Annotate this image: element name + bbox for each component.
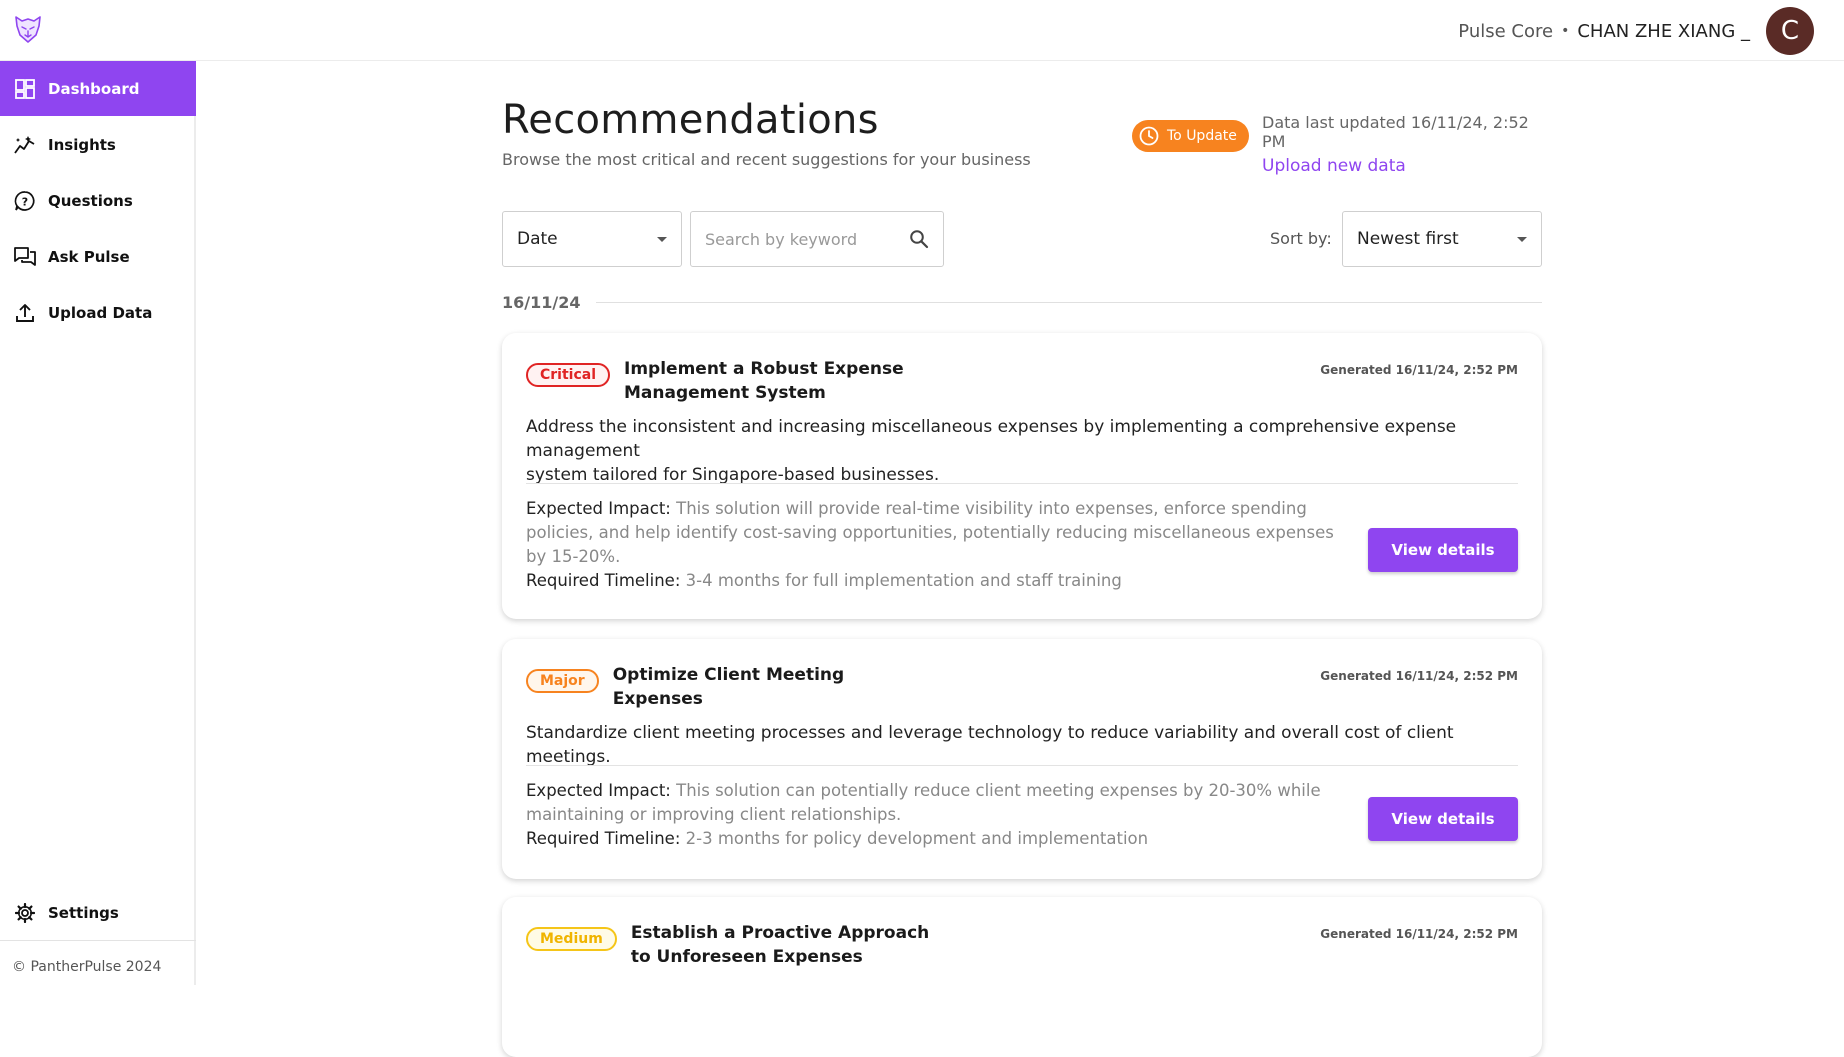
card-title-line: Optimize Client Meeting bbox=[612, 665, 845, 685]
chevron-down-icon bbox=[1517, 236, 1527, 242]
timeline-text: 3-4 months for full implementation and s… bbox=[685, 571, 1122, 590]
card-header: Critical Implement a Robust Expense Mana… bbox=[526, 357, 904, 405]
card-description: Standardize client meeting processes and… bbox=[526, 721, 1518, 769]
copyright-text: © PantherPulse 2024 bbox=[12, 959, 162, 975]
recommendation-card: Medium Establish a Proactive Approach to… bbox=[502, 897, 1542, 1057]
card-description-line: Address the inconsistent and increasing … bbox=[526, 417, 1457, 461]
card-title-line: Expenses bbox=[612, 689, 703, 709]
question-icon: ? bbox=[14, 190, 36, 212]
upload-new-data-link[interactable]: Upload new data bbox=[1262, 156, 1542, 176]
date-group-divider bbox=[596, 302, 1542, 303]
update-badge-label: To Update bbox=[1167, 128, 1237, 144]
date-filter-value: Date bbox=[517, 229, 558, 249]
avatar[interactable]: C bbox=[1766, 7, 1814, 55]
card-impact-block: Expected Impact: This solution can poten… bbox=[526, 779, 1326, 851]
card-description: Address the inconsistent and increasing … bbox=[526, 415, 1518, 487]
panther-logo-icon[interactable] bbox=[12, 13, 44, 45]
sort-select[interactable]: Newest first bbox=[1342, 211, 1542, 267]
generated-timestamp: Generated 16/11/24, 2:52 PM bbox=[1320, 669, 1518, 683]
svg-text:?: ? bbox=[22, 195, 28, 208]
card-title-line: to Unforeseen Expenses bbox=[630, 947, 863, 967]
sidebar-item-upload-data[interactable]: Upload Data bbox=[0, 285, 196, 340]
sidebar-item-insights[interactable]: Insights bbox=[0, 117, 196, 172]
search-field[interactable] bbox=[690, 211, 944, 267]
card-title: Establish a Proactive Approach to Unfore… bbox=[631, 921, 929, 969]
sidebar-item-label: Upload Data bbox=[48, 303, 153, 322]
page-subtitle: Browse the most critical and recent sugg… bbox=[502, 150, 1031, 169]
date-filter-select[interactable]: Date bbox=[502, 211, 682, 267]
chevron-down-icon bbox=[657, 236, 667, 242]
chat-icon bbox=[14, 246, 36, 268]
card-divider bbox=[526, 483, 1518, 484]
timeline-text: 2-3 months for policy development and im… bbox=[685, 829, 1149, 848]
impact-label: Expected Impact: bbox=[526, 781, 671, 800]
sidebar: Dashboard Insights ? Questions Ask Pulse… bbox=[0, 61, 196, 985]
card-title-line: Establish a Proactive Approach bbox=[630, 923, 930, 943]
clock-icon bbox=[1139, 126, 1159, 146]
card-title-line: Management System bbox=[624, 383, 826, 403]
separator-dot: • bbox=[1561, 23, 1570, 39]
view-details-button[interactable]: View details bbox=[1368, 797, 1518, 841]
sidebar-item-label: Insights bbox=[48, 135, 116, 154]
org-name: Pulse Core bbox=[1458, 20, 1554, 42]
sort-label: Sort by: bbox=[1270, 229, 1332, 248]
card-title: Implement a Robust Expense Management Sy… bbox=[624, 357, 904, 405]
search-icon[interactable] bbox=[909, 229, 929, 249]
sidebar-item-ask-pulse[interactable]: Ask Pulse bbox=[0, 229, 196, 284]
view-details-button[interactable]: View details bbox=[1368, 528, 1518, 572]
generated-timestamp: Generated 16/11/24, 2:52 PM bbox=[1320, 927, 1518, 941]
sidebar-item-questions[interactable]: ? Questions bbox=[0, 173, 196, 228]
top-bar: Pulse Core • CHAN ZHE XIANG _ C bbox=[0, 0, 1844, 61]
sidebar-item-dashboard[interactable]: Dashboard bbox=[0, 61, 196, 116]
timeline-label: Required Timeline: bbox=[526, 829, 681, 848]
data-updated-text: Data last updated 16/11/24, 2:52 PM bbox=[1262, 113, 1529, 151]
sort-value: Newest first bbox=[1357, 229, 1459, 249]
severity-badge: Critical bbox=[526, 363, 611, 387]
insights-icon bbox=[14, 134, 36, 156]
gear-icon bbox=[14, 902, 36, 924]
card-header: Medium Establish a Proactive Approach to… bbox=[526, 921, 929, 969]
search-input[interactable] bbox=[705, 229, 895, 249]
page-title: Recommendations bbox=[502, 97, 879, 143]
sidebar-item-label: Settings bbox=[48, 903, 119, 922]
card-divider bbox=[526, 765, 1518, 766]
to-update-badge[interactable]: To Update bbox=[1132, 120, 1249, 152]
card-header: Major Optimize Client Meeting Expenses bbox=[526, 663, 844, 711]
card-impact-block: Expected Impact: This solution will prov… bbox=[526, 497, 1356, 593]
card-description-line: Standardize client meeting processes and… bbox=[526, 723, 1454, 767]
date-group-label: 16/11/24 bbox=[502, 293, 581, 312]
recommendation-card: Critical Implement a Robust Expense Mana… bbox=[502, 333, 1542, 619]
user-name[interactable]: CHAN ZHE XIANG _ bbox=[1577, 21, 1750, 42]
card-title: Optimize Client Meeting Expenses bbox=[613, 663, 844, 711]
sidebar-item-label: Dashboard bbox=[48, 79, 140, 98]
date-group-header: 16/11/24 bbox=[502, 293, 1542, 312]
recommendation-card: Major Optimize Client Meeting Expenses G… bbox=[502, 639, 1542, 879]
sidebar-item-settings[interactable]: Settings bbox=[0, 885, 196, 940]
dashboard-icon bbox=[14, 78, 36, 100]
sidebar-item-label: Questions bbox=[48, 191, 133, 210]
sidebar-item-label: Ask Pulse bbox=[48, 247, 130, 266]
card-title-line: Implement a Robust Expense bbox=[624, 359, 904, 379]
severity-badge: Medium bbox=[526, 927, 617, 951]
sidebar-divider bbox=[0, 940, 196, 941]
account-info: Pulse Core • CHAN ZHE XIANG _ C bbox=[1458, 6, 1814, 56]
severity-badge: Major bbox=[526, 669, 599, 693]
timeline-label: Required Timeline: bbox=[526, 571, 681, 590]
upload-icon bbox=[14, 302, 36, 324]
generated-timestamp: Generated 16/11/24, 2:52 PM bbox=[1320, 363, 1518, 377]
data-updated-info: Data last updated 16/11/24, 2:52 PM Uplo… bbox=[1262, 113, 1542, 176]
impact-label: Expected Impact: bbox=[526, 499, 671, 518]
